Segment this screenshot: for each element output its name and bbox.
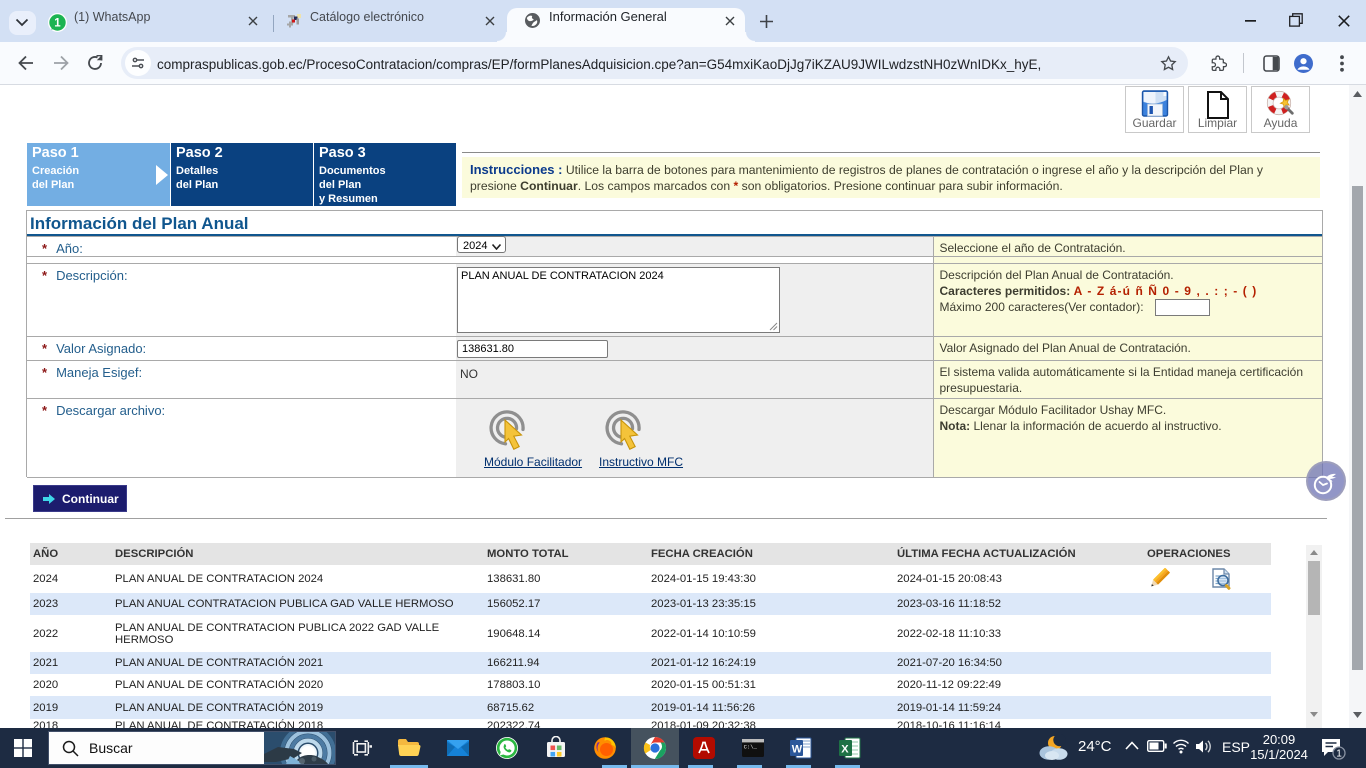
svg-text:X: X [841, 744, 849, 756]
svg-text:W: W [792, 744, 803, 756]
svg-text:1: 1 [1336, 749, 1342, 760]
svg-text:1: 1 [54, 18, 61, 30]
svg-text:C:\_: C:\_ [744, 744, 758, 751]
